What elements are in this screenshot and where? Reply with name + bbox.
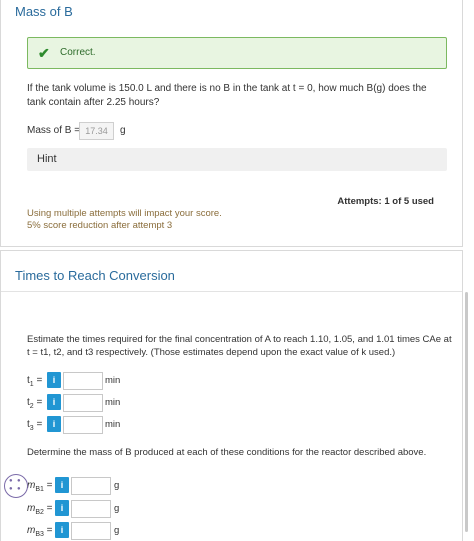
correct-banner: ✔ Correct. — [27, 37, 447, 69]
mb1-label: mB1 = — [27, 480, 53, 493]
section-title: Times to Reach Conversion — [15, 268, 175, 283]
scrollbar[interactable] — [465, 292, 468, 532]
mb2-info-button[interactable]: i — [55, 500, 69, 516]
t3-info-button[interactable]: i — [47, 416, 61, 432]
times-to-reach-conversion-panel: Times to Reach Conversion Estimate the t… — [0, 250, 463, 541]
mass-of-b-answer[interactable]: 17.34 — [79, 122, 114, 140]
t1-info-button[interactable]: i — [47, 372, 61, 388]
t3-input[interactable] — [63, 416, 103, 434]
mb2-label: mB2 = — [27, 503, 53, 516]
t2-info-button[interactable]: i — [47, 394, 61, 410]
answer-label: Mass of B = — [27, 125, 81, 136]
mb3-unit: g — [114, 525, 120, 536]
question-text: If the tank volume is 150.0 L and there … — [27, 83, 427, 108]
mb1-input[interactable] — [71, 477, 111, 495]
t3-label: t3 = — [27, 419, 43, 432]
mb3-input[interactable] — [71, 522, 111, 540]
mb2-input[interactable] — [71, 500, 111, 518]
correct-text: Correct. — [60, 47, 96, 58]
mb1-unit: g — [114, 480, 120, 491]
attempts-counter: Attempts: 1 of 5 used — [337, 196, 434, 207]
attempt-warning: Using multiple attempts will impact your… — [27, 208, 222, 232]
t2-input[interactable] — [63, 394, 103, 412]
mass-of-b-panel: Mass of B ✔ Correct. If the tank volume … — [0, 0, 463, 247]
warning-line-1: Using multiple attempts will impact your… — [27, 208, 222, 219]
divider — [1, 291, 462, 292]
warning-line-2: 5% score reduction after attempt 3 — [27, 220, 173, 231]
t2-label: t2 = — [27, 397, 43, 410]
hint-label: Hint — [37, 153, 57, 165]
section-title: Mass of B — [15, 4, 73, 19]
mass-question-text: Determine the mass of B produced at each… — [27, 447, 427, 458]
mb1-info-button[interactable]: i — [55, 477, 69, 493]
mb3-label: mB3 = — [27, 525, 53, 538]
mb3-info-button[interactable]: i — [55, 522, 69, 538]
t1-unit: min — [105, 375, 121, 386]
t1-input[interactable] — [63, 372, 103, 390]
drag-handle-icon[interactable]: ● ● ● ● — [4, 474, 28, 498]
instruction-text: Estimate the times required for the fina… — [27, 334, 452, 358]
mb2-unit: g — [114, 503, 120, 514]
answer-unit: g — [120, 125, 126, 136]
checkmark-icon: ✔ — [38, 45, 50, 61]
t3-unit: min — [105, 419, 121, 430]
t2-unit: min — [105, 397, 121, 408]
t1-label: t1 = — [27, 375, 43, 388]
hint-button[interactable]: Hint — [27, 148, 447, 171]
